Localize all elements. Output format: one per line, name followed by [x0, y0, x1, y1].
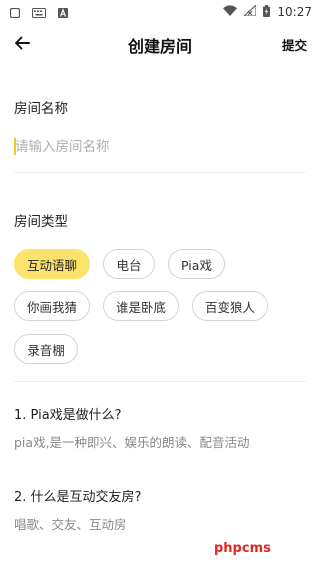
faq-answer-1: pia戏,是一种即兴、娱乐的朗读、配音活动	[14, 435, 250, 450]
faq-question-1: 1. Pia戏是做什么?	[14, 408, 122, 423]
text-cursor	[14, 138, 16, 155]
divider	[14, 172, 306, 173]
room-type-chip-draw-guess[interactable]: 你画我猜	[14, 291, 90, 321]
divider	[14, 381, 306, 382]
chip-label: 互动语聊	[26, 257, 77, 273]
app-bar: 创建房间 提交	[0, 24, 320, 64]
room-name-input[interactable]	[14, 134, 306, 160]
room-type-chip-studio[interactable]: 录音棚	[14, 334, 78, 364]
watermark-text: phpcms	[214, 541, 271, 556]
page-title: 创建房间	[127, 37, 192, 56]
wifi-icon	[223, 5, 238, 19]
room-type-chip-undercover[interactable]: 谁是卧底	[103, 291, 179, 321]
faq-answer-2: 唱歌、交友、互动房	[14, 517, 127, 532]
status-time: 10:27	[277, 5, 312, 19]
chip-label: Pia戏	[181, 257, 212, 273]
room-type-label: 房间类型	[14, 214, 68, 230]
chip-label: 电台	[116, 257, 142, 273]
status-right-icons: 10:27	[223, 3, 312, 20]
square-notification-icon	[9, 3, 21, 22]
chip-label: 百变狼人	[204, 299, 255, 315]
status-left-icons	[9, 3, 68, 22]
status-bar: 10:27	[0, 0, 320, 24]
room-type-chip-interactive-chat[interactable]: 互动语聊	[14, 249, 90, 279]
room-type-chip-pia-drama[interactable]: Pia戏	[168, 249, 225, 279]
keyboard-icon	[32, 3, 46, 22]
faq-question-2: 2. 什么是互动交友房?	[14, 490, 142, 505]
submit-button[interactable]: 提交	[282, 35, 307, 54]
chip-label: 你画我猜	[26, 299, 77, 315]
room-name-field[interactable]	[14, 134, 306, 160]
chip-label: 录音棚	[27, 342, 65, 358]
room-name-label: 房间名称	[14, 101, 68, 117]
room-type-chip-radio[interactable]: 电台	[103, 249, 155, 279]
font-a-icon	[58, 3, 68, 22]
signal-off-icon	[243, 3, 257, 19]
battery-charging-icon	[263, 4, 271, 20]
room-type-chip-werewolf[interactable]: 百变狼人	[192, 291, 268, 321]
chip-label: 谁是卧底	[115, 299, 166, 315]
